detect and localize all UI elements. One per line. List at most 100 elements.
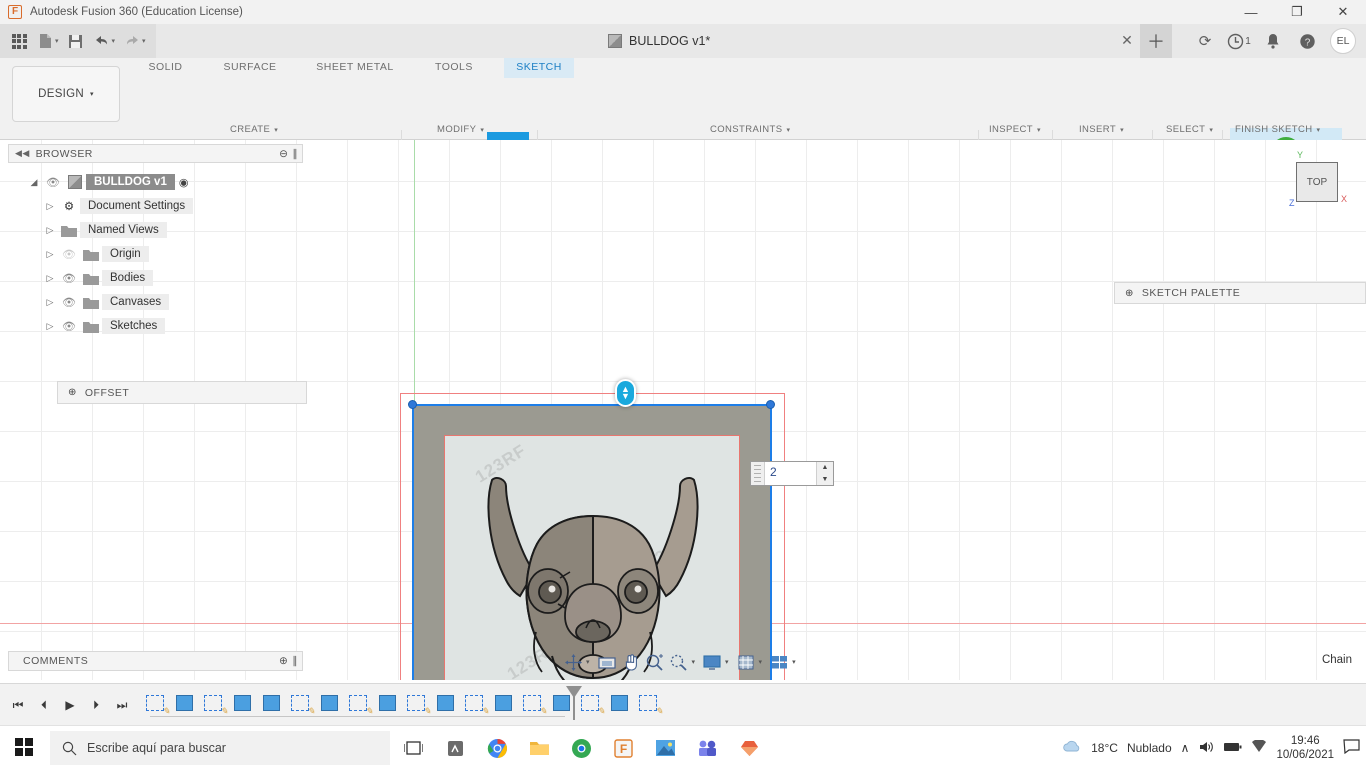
timeline-feature-extrude[interactable] (492, 693, 519, 717)
visibility-eye-icon[interactable]: 👁 (42, 176, 64, 189)
expand-caret-icon[interactable]: ▷ (42, 321, 58, 332)
user-avatar[interactable]: EL (1330, 28, 1356, 54)
browser-panel-header[interactable]: ◀◀ BROWSER ⊖ ∥ (8, 144, 303, 163)
timeline-feature-extrude[interactable] (434, 693, 461, 717)
browser-resize-grip[interactable]: ∥ (292, 148, 298, 160)
panel-label-inspect[interactable]: INSPECT▾ (989, 124, 1041, 135)
chrome-canary-icon[interactable] (568, 735, 594, 761)
offset-value-input[interactable]: 2 (765, 462, 816, 485)
sketch-palette-expand-icon[interactable]: ⊕ (1125, 288, 1134, 299)
offset-value-stepper[interactable]: ▲ ▼ (816, 462, 833, 485)
input-drag-grip[interactable] (751, 462, 765, 485)
tree-item-origin[interactable]: ▷ 👁 Origin (8, 242, 303, 266)
minimize-button[interactable]: — (1228, 0, 1274, 24)
tree-item-document-settings[interactable]: ▷ ⚙ Document Settings (8, 194, 303, 218)
panel-label-finish-sketch[interactable]: FINISH SKETCH▾ (1235, 124, 1320, 135)
visibility-eye-off-icon[interactable]: 👁 (58, 248, 80, 261)
selection-point[interactable] (408, 400, 417, 409)
panel-label-create[interactable]: CREATE▾ (230, 124, 278, 135)
timeline-step-forward-button[interactable]: ⏵ (84, 693, 108, 717)
tree-item-canvases[interactable]: ▷ 👁 Canvases (8, 290, 303, 314)
panel-label-constraints[interactable]: CONSTRAINTS▾ (710, 124, 790, 135)
timeline-go-start-button[interactable]: ⏮ (6, 693, 30, 717)
tray-expand-chevron-icon[interactable]: ∧ (1181, 741, 1190, 755)
offset-dialog-expand-icon[interactable]: ⊕ (68, 387, 77, 398)
timeline-feature-sketch[interactable]: ✎ (347, 693, 374, 717)
new-document-caret-icon[interactable]: ▾ (55, 37, 59, 45)
visibility-eye-icon[interactable]: 👁 (58, 296, 80, 309)
timeline-feature-extrude[interactable] (376, 693, 403, 717)
timeline-play-button[interactable]: ▶ (58, 693, 82, 717)
new-document-tab-button[interactable]: ＋ (1140, 24, 1172, 58)
explorer-icon[interactable] (526, 735, 552, 761)
browser-minimize-icon[interactable]: ⊖ (279, 148, 288, 160)
comments-header-tools[interactable]: ⊕ ∥ (279, 655, 302, 667)
activate-component-radio[interactable]: ◉ (179, 176, 189, 189)
taskbar-search-box[interactable]: Escribe aquí para buscar (50, 731, 390, 765)
tab-sheet-metal[interactable]: SHEET METAL (305, 58, 405, 78)
display-settings-icon[interactable] (701, 651, 723, 673)
photos-icon[interactable] (652, 735, 678, 761)
expand-caret-icon[interactable]: ▷ (42, 297, 58, 308)
viewports-caret-icon[interactable]: ▾ (792, 658, 796, 666)
timeline-feature-extrude[interactable] (608, 693, 635, 717)
timeline-feature-sketch[interactable]: ✎ (637, 693, 664, 717)
task-view-icon[interactable] (400, 735, 426, 761)
comments-panel-header[interactable]: COMMENTS ⊕ ∥ (8, 651, 303, 671)
sketch-palette-header[interactable]: ⊕ SKETCH PALETTE (1114, 282, 1366, 304)
tab-surface[interactable]: SURFACE (210, 58, 290, 78)
expand-caret-icon[interactable]: ◢ (26, 177, 42, 188)
timeline-feature-extrude[interactable] (318, 693, 345, 717)
offset-value-input-group[interactable]: 2 ▲ ▼ (750, 461, 834, 486)
refresh-icon[interactable]: ⟳ (1190, 26, 1220, 56)
wifi-icon[interactable] (1251, 740, 1267, 756)
fusion-icon[interactable]: F (610, 735, 636, 761)
display-settings-caret-icon[interactable]: ▾ (725, 658, 729, 666)
tab-sketch[interactable]: SKETCH (504, 58, 574, 78)
tree-item-bodies[interactable]: ▷ 👁 Bodies (8, 266, 303, 290)
tab-tools[interactable]: TOOLS (425, 58, 481, 78)
timeline-step-back-button[interactable]: ⏴ (32, 693, 56, 717)
viewcube[interactable]: TOP (1296, 162, 1338, 202)
browser-collapse-icon[interactable]: ◀◀ (15, 148, 30, 159)
notification-center-icon[interactable] (1343, 739, 1360, 757)
orbit-icon[interactable] (562, 651, 584, 673)
expand-caret-icon[interactable]: ▷ (42, 201, 58, 212)
timeline-feature-canvas[interactable] (231, 693, 258, 717)
visibility-eye-icon[interactable]: 👁 (58, 320, 80, 333)
help-icon[interactable]: ? (1292, 26, 1322, 56)
timeline-feature-extrude[interactable] (260, 693, 287, 717)
close-window-button[interactable]: ✕ (1320, 0, 1366, 24)
maximize-button[interactable]: ❐ (1274, 0, 1320, 24)
weather-icon[interactable] (1062, 739, 1082, 757)
timeline-feature-sketch[interactable]: ✎ (463, 693, 490, 717)
timeline-feature-sketch[interactable]: ✎ (144, 693, 171, 717)
volume-icon[interactable] (1198, 740, 1214, 757)
job-status-icon[interactable]: 1 (1224, 26, 1254, 56)
panel-label-modify[interactable]: MODIFY▾ (437, 124, 484, 135)
selected-profile-outline[interactable] (412, 404, 772, 680)
weather-temperature[interactable]: 18°C (1091, 741, 1118, 755)
save-icon[interactable] (63, 28, 89, 54)
fit-icon[interactable] (668, 651, 690, 673)
pan-icon[interactable] (620, 651, 642, 673)
chrome-icon[interactable] (484, 735, 510, 761)
offset-drag-handle[interactable]: ▲ ▼ (615, 379, 636, 407)
comments-resize-grip[interactable]: ∥ (292, 655, 298, 667)
selection-point[interactable] (766, 400, 775, 409)
grid-snap-icon[interactable] (735, 651, 757, 673)
redo-caret-icon[interactable]: ▾ (142, 37, 146, 45)
undo-caret-icon[interactable]: ▾ (112, 37, 116, 45)
tab-solid[interactable]: SOLID (138, 58, 193, 78)
timeline-playhead-stem[interactable] (573, 686, 575, 720)
timeline-feature-sketch[interactable]: ✎ (202, 693, 229, 717)
stepper-down-icon[interactable]: ▼ (817, 474, 833, 486)
look-at-icon[interactable] (596, 651, 618, 673)
grid-snap-caret-icon[interactable]: ▾ (759, 658, 763, 666)
orbit-caret-icon[interactable]: ▾ (586, 658, 590, 666)
tree-item-sketches[interactable]: ▷ 👁 Sketches (8, 314, 303, 338)
timeline-go-end-button[interactable]: ⏭ (110, 693, 134, 717)
browser-header-tools[interactable]: ⊖ ∥ (279, 148, 302, 160)
expand-caret-icon[interactable]: ▷ (42, 273, 58, 284)
stepper-up-icon[interactable]: ▲ (817, 462, 833, 474)
